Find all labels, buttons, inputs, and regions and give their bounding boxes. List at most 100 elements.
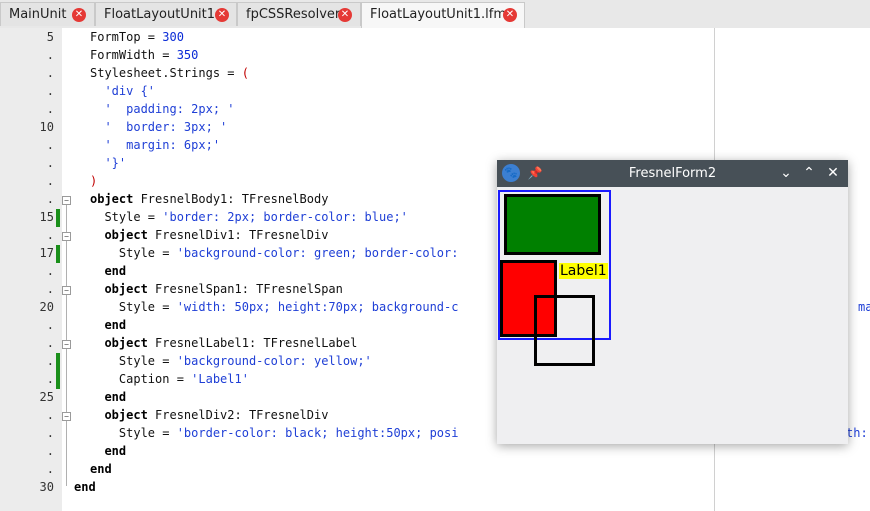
code-line[interactable]: end (90, 318, 126, 332)
code-line[interactable]: FormTop = 300 (90, 30, 184, 44)
code-line[interactable]: object FresnelBody1: TFresnelBody (90, 192, 328, 206)
code-token: end (74, 480, 96, 494)
code-line[interactable]: Style = 'border: 2px; border-color: blue… (90, 210, 408, 224)
line-number: . (46, 48, 54, 62)
line-number: 30 (39, 480, 54, 494)
close-tab-icon[interactable]: ✕ (215, 8, 229, 22)
line-number: . (46, 66, 54, 80)
line-number: . (46, 318, 54, 332)
code-token: FresnelBody1: TFresnelBody (133, 192, 329, 206)
code-token: FresnelDiv1: TFresnelDiv (147, 228, 329, 242)
tab-label: FloatLayoutUnit1.lfm (370, 7, 507, 22)
tab-label: fpCSSResolver (246, 7, 341, 22)
code-token: object (90, 282, 148, 296)
code-line[interactable]: Style = 'background-color: green; border… (90, 246, 459, 260)
code-line[interactable]: end (90, 444, 126, 458)
line-number: . (46, 336, 54, 350)
line-number: . (46, 462, 54, 476)
tab-fpcssresolver[interactable]: fpCSSResolver ✕ (237, 2, 361, 26)
code-token: 300 (162, 30, 184, 44)
close-tab-icon[interactable]: ✕ (503, 8, 517, 22)
line-number: . (46, 174, 54, 188)
code-token: FresnelLabel1: TFresnelLabel (147, 336, 358, 350)
tab-floatlayoutunit1-lfm[interactable]: FloatLayoutUnit1.lfm ✕ (361, 2, 525, 29)
fold-toggle-icon[interactable]: − (62, 232, 71, 241)
line-number: . (46, 408, 54, 422)
code-line[interactable]: Style = 'width: 50px; height:70px; backg… (90, 300, 459, 314)
code-line[interactable]: ' border: 3px; ' (90, 120, 227, 134)
line-number: . (46, 372, 54, 386)
line-number: . (46, 138, 54, 152)
tab-label: MainUnit (9, 7, 67, 22)
code-line[interactable]: object FresnelDiv1: TFresnelDiv (90, 228, 328, 242)
code-line[interactable]: Stylesheet.Strings = ( (90, 66, 249, 80)
code-token: Style = (90, 426, 177, 440)
tab-bar: MainUnit ✕ FloatLayoutUnit1 ✕ fpCSSResol… (0, 0, 870, 29)
minimize-icon[interactable]: ⌄ (776, 163, 796, 183)
code-line[interactable]: '}' (90, 156, 126, 170)
code-token: Style = (90, 300, 177, 314)
close-tab-icon[interactable]: ✕ (338, 8, 352, 22)
code-line[interactable]: Style = 'background-color: yellow;' (90, 354, 372, 368)
code-token: Stylesheet.Strings = (90, 66, 242, 80)
code-token: ' border: 3px; ' (90, 120, 228, 134)
code-line[interactable]: end (90, 390, 126, 404)
code-token: 'border: 2px; border-color: blue;' (162, 210, 408, 224)
line-number: . (46, 228, 54, 242)
code-line[interactable]: ' padding: 2px; ' (90, 102, 235, 116)
code-token: 'Label1' (191, 372, 249, 386)
code-token: ( (241, 66, 249, 80)
code-token: end (90, 462, 112, 476)
code-line[interactable]: end (90, 462, 112, 476)
line-number: . (46, 84, 54, 98)
fresnel-div1 (504, 194, 601, 255)
code-token: object (90, 228, 148, 242)
fresnel-form-window[interactable]: 🐾 📌 FresnelForm2 ⌄ ⌃ ✕ Label1 (497, 160, 848, 444)
code-token: end (90, 264, 127, 278)
code-token: object (90, 192, 134, 206)
fold-toggle-icon[interactable]: − (62, 196, 71, 205)
close-icon[interactable]: ✕ (823, 163, 843, 183)
code-line[interactable]: end (90, 264, 126, 278)
code-line[interactable]: 'div {' (90, 84, 155, 98)
line-number: . (46, 156, 54, 170)
code-token: end (90, 318, 127, 332)
line-number: 20 (39, 300, 54, 314)
code-token: FresnelSpan1: TFresnelSpan (147, 282, 343, 296)
code-token: object (90, 336, 148, 350)
code-token: ' padding: 2px; ' (90, 102, 235, 116)
close-tab-icon[interactable]: ✕ (72, 8, 86, 22)
modified-line-marker (56, 245, 60, 263)
code-line[interactable]: ' margin: 6px;' (90, 138, 220, 152)
tab-label: FloatLayoutUnit1 (104, 7, 216, 22)
maximize-icon[interactable]: ⌃ (799, 163, 819, 183)
code-overflow-text: th: (846, 426, 868, 440)
code-line[interactable]: ) (90, 174, 97, 188)
code-line[interactable]: Caption = 'Label1' (90, 372, 249, 386)
code-token: object (90, 408, 148, 422)
fold-toggle-icon[interactable]: − (62, 412, 71, 421)
fresnel-div2 (534, 295, 595, 366)
line-number: . (46, 444, 54, 458)
code-line[interactable]: object FresnelSpan1: TFresnelSpan (90, 282, 343, 296)
code-token: 'background-color: green; border-color: (176, 246, 459, 260)
code-token: 'div {' (90, 84, 156, 98)
code-line[interactable]: FormWidth = 350 (90, 48, 198, 62)
code-token: Style = (90, 354, 177, 368)
code-line[interactable]: object FresnelLabel1: TFresnelLabel (90, 336, 357, 350)
code-token: ' margin: 6px;' (90, 138, 221, 152)
code-token: Caption = (90, 372, 192, 386)
code-line[interactable]: object FresnelDiv2: TFresnelDiv (90, 408, 328, 422)
line-number-gutter: 5 . . . . 10 . . . . 15 . 17 . . 20 . . … (0, 28, 62, 511)
line-number: 15 (39, 210, 54, 224)
tab-floatlayoutunit1[interactable]: FloatLayoutUnit1 ✕ (95, 2, 237, 26)
tab-mainunit[interactable]: MainUnit ✕ (0, 2, 95, 26)
window-titlebar[interactable]: 🐾 📌 FresnelForm2 ⌄ ⌃ ✕ (497, 160, 848, 187)
code-line[interactable]: end (74, 480, 96, 494)
fold-toggle-icon[interactable]: − (62, 286, 71, 295)
fold-toggle-icon[interactable]: − (62, 340, 71, 349)
code-line[interactable]: Style = 'border-color: black; height:50p… (90, 426, 459, 440)
line-number: . (46, 264, 54, 278)
code-token: end (90, 444, 127, 458)
code-token: Style = (90, 210, 163, 224)
